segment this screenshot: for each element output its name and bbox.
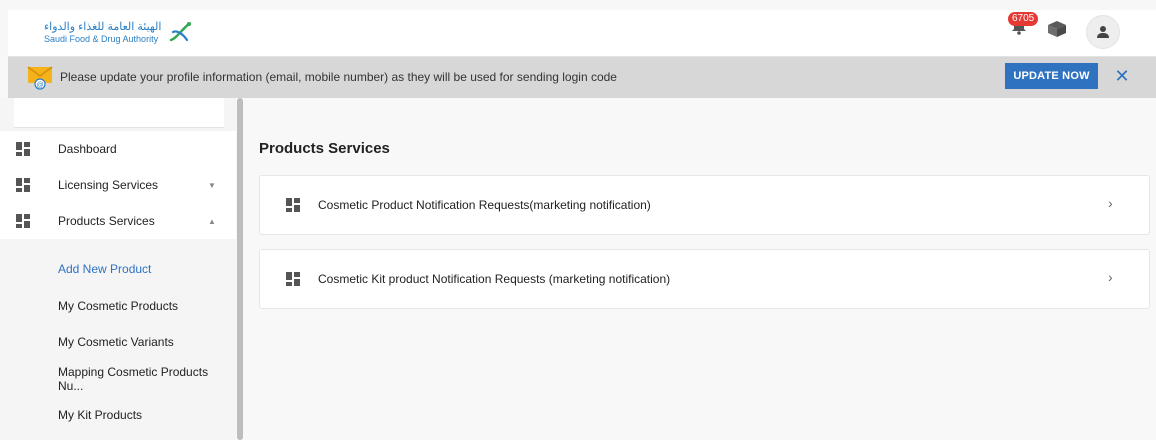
logo-text: الهيئة العامة للغذاء والدواء Saudi Food … <box>44 22 161 44</box>
update-now-button[interactable]: UPDATE NOW <box>1005 63 1098 89</box>
submenu-my-cosmetic-products[interactable]: My Cosmetic Products <box>0 288 236 325</box>
service-card-label: Cosmetic Product Notification Requests(m… <box>318 198 651 212</box>
sidebar-item-licensing-services[interactable]: Licensing Services ▼ <box>0 167 236 203</box>
notification-count-badge: 6705 <box>1008 12 1039 26</box>
dashboard-icon <box>16 214 30 228</box>
user-icon <box>1097 26 1109 38</box>
chevron-right-icon: › <box>1108 269 1113 285</box>
logo-english-text: Saudi Food & Drug Authority <box>44 34 159 44</box>
sidebar-item-label: Products Services <box>58 214 155 228</box>
submenu-mapping-cosmetic-products[interactable]: Mapping Cosmetic Products Nu... <box>0 361 236 398</box>
banner-message: Please update your profile information (… <box>60 70 617 84</box>
submenu-my-cosmetic-variants[interactable]: My Cosmetic Variants <box>0 324 236 361</box>
logo-arabic-text: الهيئة العامة للغذاء والدواء <box>44 21 162 33</box>
service-card-label: Cosmetic Kit product Notification Reques… <box>318 272 671 286</box>
dashboard-icon <box>286 198 300 212</box>
dashboard-icon <box>16 178 30 192</box>
submenu-list: Add New Product My Cosmetic Products My … <box>0 251 236 434</box>
close-icon[interactable]: ✕ <box>1114 66 1130 86</box>
chevron-down-icon: ▼ <box>208 180 216 190</box>
profile-update-banner: @ Please update your profile information… <box>8 57 1156 98</box>
svg-text:@: @ <box>36 82 43 89</box>
user-avatar-button[interactable] <box>1086 15 1120 49</box>
page-title: Products Services <box>259 140 390 157</box>
box-icon[interactable] <box>1046 20 1068 38</box>
sidebar-item-products-services[interactable]: Products Services ▲ <box>0 203 236 239</box>
sidebar-item-label: Dashboard <box>58 142 117 156</box>
service-card-cosmetic-product[interactable]: Cosmetic Product Notification Requests(m… <box>259 175 1150 235</box>
logo-mark-icon <box>170 22 192 42</box>
sidebar-nav: Dashboard Licensing Services ▼ Products … <box>0 131 236 239</box>
submenu-add-new-product[interactable]: Add New Product <box>0 251 236 288</box>
chevron-right-icon: › <box>1108 195 1113 211</box>
submenu-my-kit-products[interactable]: My Kit Products <box>0 397 236 434</box>
mail-icon: @ <box>27 66 53 90</box>
sidebar-item-label: Licensing Services <box>58 178 159 192</box>
top-header: الهيئة العامة للغذاء والدواء Saudi Food … <box>0 0 1156 57</box>
sidebar-scrollbar[interactable] <box>237 98 243 440</box>
sfda-logo[interactable]: الهيئة العامة للغذاء والدواء Saudi Food … <box>44 20 193 46</box>
sidebar-item-dashboard[interactable]: Dashboard <box>0 131 236 167</box>
dashboard-icon <box>16 142 30 156</box>
chevron-up-icon: ▲ <box>208 216 216 226</box>
header-bar: الهيئة العامة للغذاء والدواء Saudi Food … <box>8 10 1156 57</box>
dashboard-icon <box>286 272 300 286</box>
service-card-cosmetic-kit[interactable]: Cosmetic Kit product Notification Reques… <box>259 249 1150 309</box>
sidebar-search-box[interactable] <box>14 98 224 128</box>
